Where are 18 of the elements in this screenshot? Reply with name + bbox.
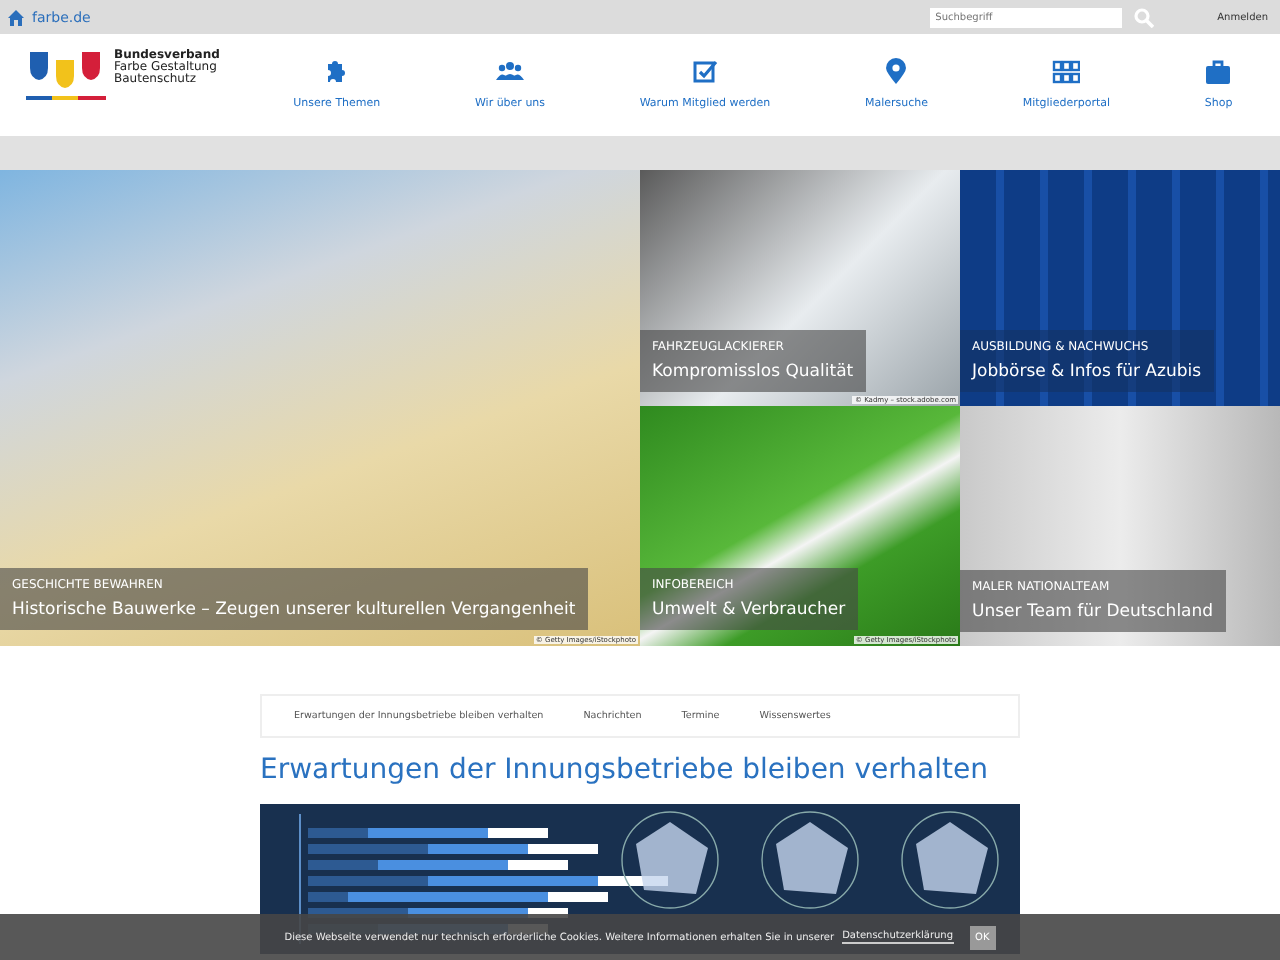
radar-chart-drawing [901, 811, 999, 909]
article-title: Erwartungen der Innungsbetriebe bleiben verhalten [260, 754, 990, 786]
teaser-title: Unser Team für Deutschland [972, 602, 1214, 622]
briefcase-icon [1204, 58, 1233, 86]
home-icon [8, 9, 24, 25]
teaser-title: Jobbörse & Infos für Azubis [972, 362, 1202, 382]
radar-chart-drawing [621, 811, 719, 909]
teaser-title: Kompromisslos Qualität [652, 362, 854, 382]
people-icon [496, 58, 524, 86]
location-pin-icon [882, 58, 911, 86]
grid-icon [1052, 58, 1081, 86]
teaser-title: Historische Bauwerke – Zeugen unserer kulturellen Vergangenheit [12, 600, 576, 620]
puzzle-icon [322, 58, 351, 86]
logo-shields-icon [26, 50, 106, 106]
edit-checkbox-icon [691, 58, 719, 86]
radar-chart-drawing [761, 811, 859, 909]
teaser-title: Umwelt & Verbraucher [652, 600, 846, 620]
search-icon [1133, 7, 1154, 27]
